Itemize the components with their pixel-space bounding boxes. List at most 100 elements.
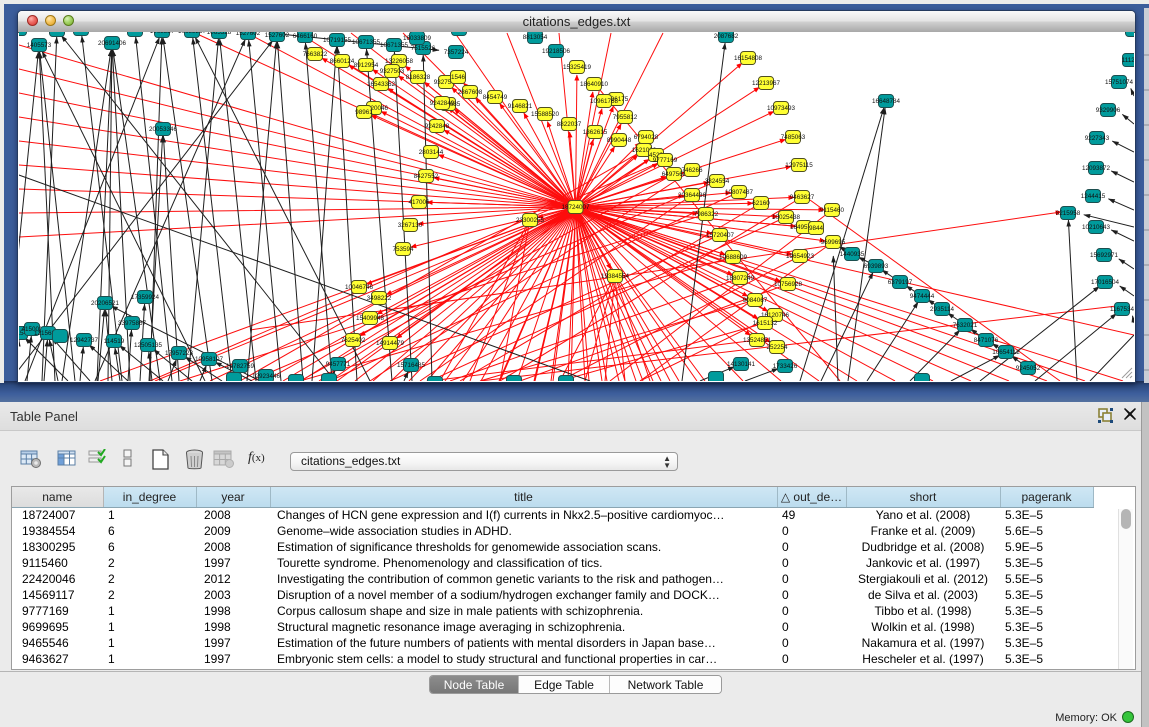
svg-text:15588520: 15588520 (531, 111, 560, 118)
svg-text:12975115: 12975115 (785, 162, 813, 169)
svg-text:8813054: 8813054 (523, 34, 548, 41)
svg-text:12942737: 12942737 (70, 337, 99, 344)
svg-text:16543362: 16543362 (367, 81, 396, 88)
svg-text:1405572: 1405572 (19, 32, 32, 33)
svg-text:9242849: 9242849 (430, 100, 455, 107)
svg-text:1615132: 1615132 (753, 320, 778, 327)
svg-text:10671355: 10671355 (380, 42, 409, 49)
svg-text:2069141: 2069141 (45, 32, 70, 34)
svg-text:9474444: 9474444 (910, 293, 935, 300)
svg-text:1733426: 1733426 (773, 363, 798, 370)
svg-text:9115460: 9115460 (820, 207, 845, 214)
svg-text:20691406: 20691406 (98, 40, 127, 47)
svg-text:9084067: 9084067 (743, 297, 768, 304)
svg-text:1440935: 1440935 (840, 251, 865, 258)
svg-text:1244415: 1244415 (1081, 193, 1106, 200)
svg-text:19218506: 19218506 (542, 48, 571, 55)
svg-text:8822037: 8822037 (557, 121, 582, 128)
svg-text:14130141: 14130141 (727, 361, 756, 368)
svg-text:6794028: 6794028 (634, 134, 659, 141)
svg-text:9329906: 9329906 (1096, 107, 1121, 114)
svg-text:6939893: 6939893 (864, 263, 889, 270)
svg-text:18807249: 18807249 (726, 275, 755, 282)
svg-text:9457771: 9457771 (326, 361, 351, 368)
svg-text:8660124: 8660124 (330, 58, 355, 65)
svg-text:3498222: 3498222 (367, 295, 392, 302)
svg-text:23300255: 23300255 (516, 217, 545, 224)
svg-text:1167534: 1167534 (1110, 306, 1134, 313)
svg-text:13524851: 13524851 (743, 337, 772, 344)
svg-text:62160: 62160 (752, 200, 770, 207)
svg-text:746266: 746266 (681, 167, 703, 174)
svg-text:10807487: 10807487 (725, 189, 754, 196)
svg-text:10653267: 10653267 (178, 32, 207, 35)
svg-text:1546: 1546 (451, 74, 466, 81)
svg-text:7632021: 7632021 (953, 322, 978, 329)
svg-text:10025438: 10025438 (772, 214, 801, 221)
svg-text:7515526: 7515526 (411, 45, 436, 52)
svg-text:16648784: 16648784 (872, 98, 901, 105)
svg-text:114519: 114519 (104, 338, 125, 345)
svg-text:252254: 252254 (766, 344, 788, 351)
svg-text:8427552: 8427552 (414, 173, 439, 180)
svg-text:2367608: 2367608 (458, 89, 483, 96)
svg-text:8635211: 8635211 (69, 32, 94, 33)
svg-text:9242848: 9242848 (425, 123, 450, 130)
svg-text:9327503: 9327503 (380, 68, 405, 75)
svg-text:15716485: 15716485 (397, 362, 426, 369)
svg-text:6466160: 6466160 (293, 33, 318, 40)
svg-text:10671355: 10671355 (352, 39, 381, 46)
svg-text:17359924: 17359924 (131, 294, 160, 301)
svg-text:16154808: 16154808 (734, 55, 763, 62)
svg-text:20206521: 20206521 (91, 300, 120, 307)
svg-text:9844: 9844 (809, 225, 824, 232)
svg-text:20053346: 20053346 (149, 126, 178, 133)
svg-text:15720407: 15720407 (706, 232, 735, 239)
svg-text:8471076: 8471076 (974, 337, 999, 344)
svg-text:9136512: 9136512 (123, 32, 148, 34)
svg-text:10654112: 10654112 (992, 349, 1020, 356)
svg-text:10958107: 10958107 (195, 356, 224, 363)
svg-text:3267130: 3267130 (398, 222, 423, 229)
svg-text:8186328: 8186328 (406, 74, 431, 81)
svg-text:1065327: 1065327 (150, 32, 175, 35)
svg-text:7955812: 7955812 (613, 114, 638, 121)
svg-text:3824554: 3824554 (705, 178, 730, 185)
svg-text:17016504: 17016504 (1091, 279, 1120, 286)
svg-text:1527602: 1527602 (265, 32, 290, 39)
svg-text:10719155: 10719155 (323, 37, 352, 44)
svg-text:12213967: 12213967 (752, 80, 781, 87)
svg-text:8990448: 8990448 (607, 137, 632, 144)
svg-text:7663822: 7663822 (303, 51, 328, 58)
svg-text:417006: 417006 (408, 199, 430, 206)
svg-text:753594: 753594 (392, 246, 414, 253)
svg-text:8215958: 8215958 (1056, 210, 1081, 217)
svg-text:7357224: 7357224 (444, 49, 469, 56)
svg-text:19654923: 19654923 (786, 253, 815, 260)
svg-text:1065328: 1065328 (207, 32, 232, 36)
svg-text:9227343: 9227343 (1085, 135, 1110, 142)
svg-text:15409948: 15409948 (356, 315, 385, 322)
svg-text:10756928: 10756928 (774, 281, 803, 288)
svg-text:7357225: 7357225 (447, 32, 472, 33)
svg-text:16033809: 16033809 (403, 35, 432, 42)
svg-text:9777169: 9777169 (653, 157, 678, 164)
svg-text:10961768: 10961768 (590, 98, 619, 105)
svg-text:1527602: 1527602 (236, 32, 261, 37)
svg-text:11123: 11123 (1122, 57, 1134, 64)
svg-text:10688609: 10688609 (719, 254, 748, 261)
svg-text:2087682: 2087682 (714, 33, 739, 40)
svg-text:98961: 98961 (355, 109, 373, 116)
svg-text:18640910: 18640910 (580, 81, 609, 88)
svg-text:20364436: 20364436 (678, 192, 707, 199)
svg-text:10973493: 10973493 (767, 105, 796, 112)
svg-text:8912954: 8912954 (354, 62, 379, 69)
svg-text:18724007: 18724007 (561, 204, 590, 211)
svg-text:17957223: 17957223 (165, 350, 194, 357)
svg-text:9699695: 9699695 (821, 239, 846, 246)
svg-text:12923446: 12923446 (252, 373, 281, 380)
svg-text:15325419: 15325419 (563, 64, 592, 71)
svg-text:9245052: 9245052 (1016, 365, 1041, 372)
svg-text:15751074: 15751074 (1105, 79, 1134, 86)
svg-text:8454749: 8454749 (483, 94, 508, 101)
